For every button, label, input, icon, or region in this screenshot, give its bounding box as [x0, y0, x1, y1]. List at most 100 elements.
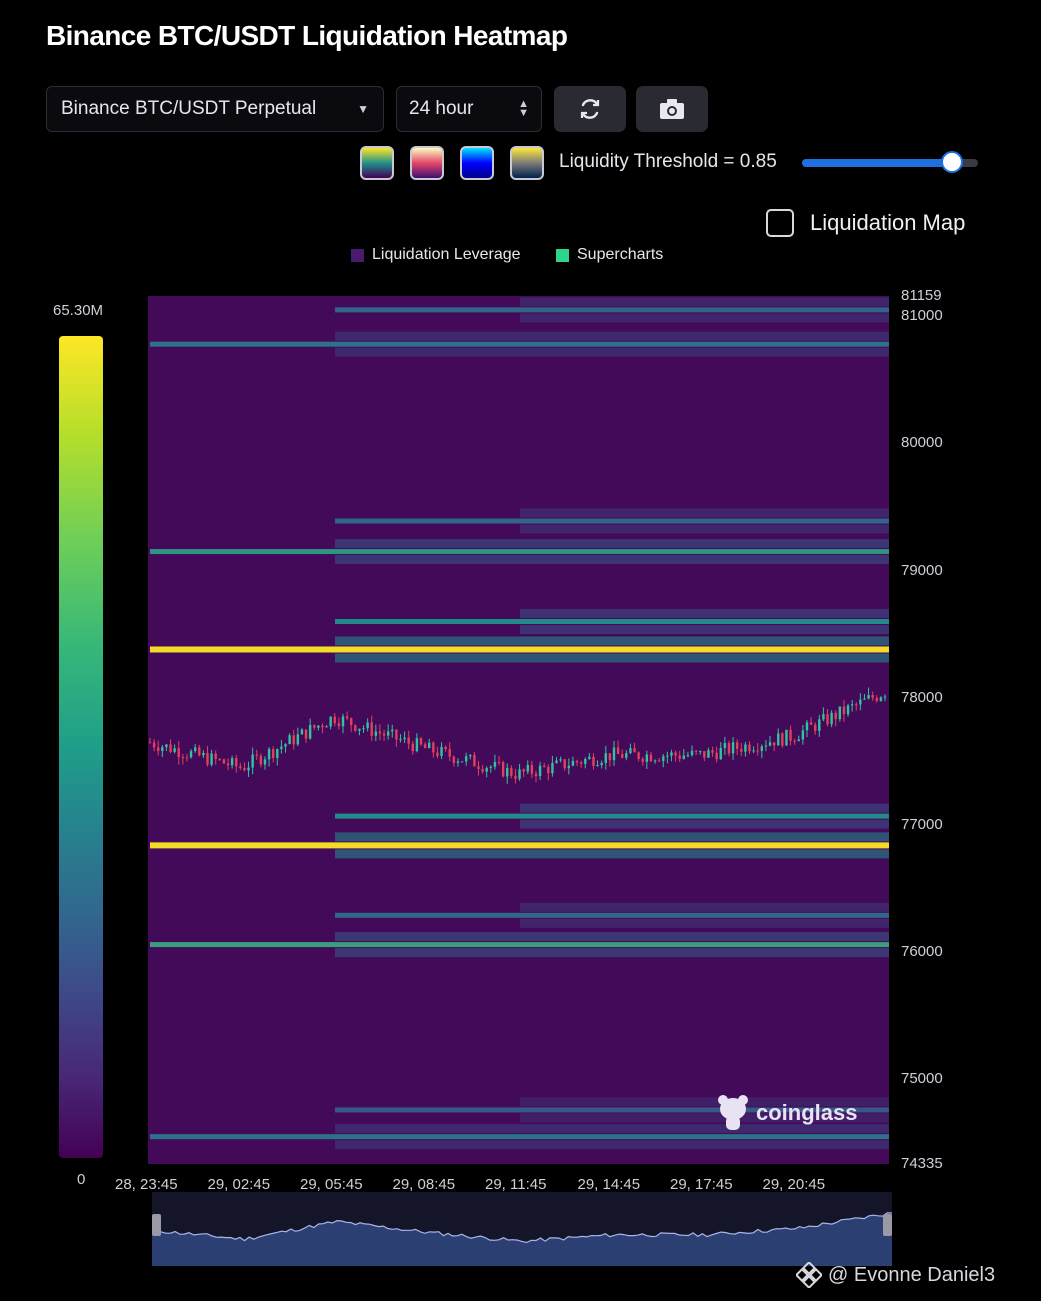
- y-tick-label: 80000: [901, 434, 943, 452]
- refresh-button[interactable]: [554, 86, 626, 132]
- pair-select[interactable]: Binance BTC/USDT Perpetual ▼: [46, 86, 384, 132]
- candle-body: [596, 765, 599, 767]
- candle-body: [653, 760, 657, 762]
- candle-body: [235, 758, 238, 767]
- candle-body: [300, 729, 304, 735]
- liquidation-band[interactable]: [150, 646, 889, 653]
- liquidation-band[interactable]: [335, 518, 889, 524]
- candle-body: [329, 716, 332, 727]
- navigator-left-handle[interactable]: [152, 1214, 161, 1236]
- legend-item-supercharts[interactable]: Supercharts: [556, 246, 663, 264]
- candle-body: [826, 714, 829, 725]
- liquidation-band-glow: [335, 849, 889, 859]
- candle-body: [489, 766, 493, 768]
- candle-body: [391, 729, 394, 732]
- candle-body: [867, 695, 870, 699]
- candle-body: [411, 743, 414, 752]
- candle-body: [284, 744, 287, 747]
- threshold-label: Liquidity Threshold = 0.85: [559, 151, 777, 172]
- liquidation-band[interactable]: [150, 942, 889, 948]
- heatmap-plot[interactable]: [148, 296, 889, 1164]
- x-tick-label: 29, 11:45: [485, 1176, 547, 1193]
- palette-jet-swatch[interactable]: [460, 146, 494, 180]
- liquidation-band[interactable]: [150, 1134, 889, 1140]
- camera-icon: [660, 99, 684, 119]
- navigator-right-handle[interactable]: [883, 1214, 892, 1236]
- liquidation-band[interactable]: [335, 813, 889, 819]
- candle-body: [530, 764, 534, 774]
- footer-credit: @ Evonne Daniel3: [796, 1262, 995, 1288]
- range-select[interactable]: 24 hour ▲ ▼: [396, 86, 542, 132]
- candle-body: [538, 765, 542, 777]
- candle-body: [325, 726, 328, 728]
- candle-body: [259, 755, 263, 765]
- candle-body: [621, 753, 624, 758]
- liquidation-band-glow: [520, 819, 889, 829]
- liquidation-band[interactable]: [335, 619, 889, 624]
- candle-body: [432, 742, 435, 753]
- liquidation-band-glow: [335, 653, 889, 663]
- candle-body: [793, 740, 796, 742]
- y-tick-label: 74335: [901, 1155, 943, 1172]
- candle-body: [715, 752, 718, 760]
- threshold-slider[interactable]: [802, 151, 978, 173]
- candle-body: [485, 767, 488, 772]
- candle-body: [768, 742, 772, 746]
- candle-body: [789, 729, 792, 741]
- liquidation-band-glow: [335, 932, 889, 942]
- legend-label-leverage: Liquidation Leverage: [372, 246, 521, 263]
- candle-body: [148, 742, 152, 744]
- liquidation-band-glow: [520, 625, 889, 634]
- candle-body: [813, 724, 817, 731]
- liquidation-band[interactable]: [335, 307, 889, 313]
- slider-fill: [802, 159, 952, 167]
- candle-body: [239, 766, 242, 769]
- liquidation-band[interactable]: [150, 341, 889, 347]
- candle-body: [600, 762, 603, 766]
- liquidation-map-checkbox[interactable]: [766, 209, 794, 237]
- candle-body: [518, 769, 521, 779]
- candle-body: [797, 739, 800, 742]
- candle-body: [542, 765, 546, 767]
- palette-cividis-swatch[interactable]: [510, 146, 544, 180]
- liquidation-band[interactable]: [150, 549, 889, 555]
- candle-body: [493, 761, 497, 767]
- liquidation-band-glow: [335, 555, 889, 565]
- candle-body: [604, 753, 607, 763]
- palette-magma-swatch[interactable]: [410, 146, 444, 180]
- screenshot-button[interactable]: [636, 86, 708, 132]
- candle-body: [637, 752, 640, 759]
- candle-body: [645, 754, 649, 762]
- candle-body: [522, 769, 525, 772]
- slider-handle[interactable]: [940, 151, 963, 173]
- candle-body: [267, 749, 271, 760]
- candle-body: [378, 731, 382, 734]
- candle-body: [333, 716, 336, 724]
- candle-body: [469, 754, 472, 757]
- time-navigator[interactable]: [152, 1192, 892, 1266]
- candle-body: [193, 747, 197, 752]
- candle-body: [592, 756, 595, 766]
- legend-item-leverage[interactable]: Liquidation Leverage: [351, 246, 521, 264]
- liquidation-band[interactable]: [150, 842, 889, 849]
- palette-viridis-swatch[interactable]: [360, 146, 394, 180]
- liquidation-band-glow: [520, 609, 889, 618]
- candle-body: [255, 754, 258, 756]
- candle-body: [727, 743, 731, 754]
- liquidation-band-glow: [335, 331, 889, 341]
- candle-body: [506, 767, 509, 777]
- candle-body: [448, 749, 451, 757]
- candle-body: [501, 762, 505, 777]
- candle-body: [481, 769, 484, 772]
- candle-body: [460, 761, 464, 763]
- liquidation-band[interactable]: [335, 912, 889, 918]
- candle-body: [304, 729, 308, 739]
- y-tick-label: 75000: [901, 1070, 943, 1088]
- candle-body: [514, 775, 517, 779]
- liquidation-band-glow: [335, 636, 889, 646]
- candle-body: [616, 747, 620, 754]
- candle-body: [337, 723, 341, 727]
- candle-body: [440, 746, 443, 757]
- y-tick-label: 76000: [901, 943, 943, 961]
- candle-body: [838, 706, 842, 720]
